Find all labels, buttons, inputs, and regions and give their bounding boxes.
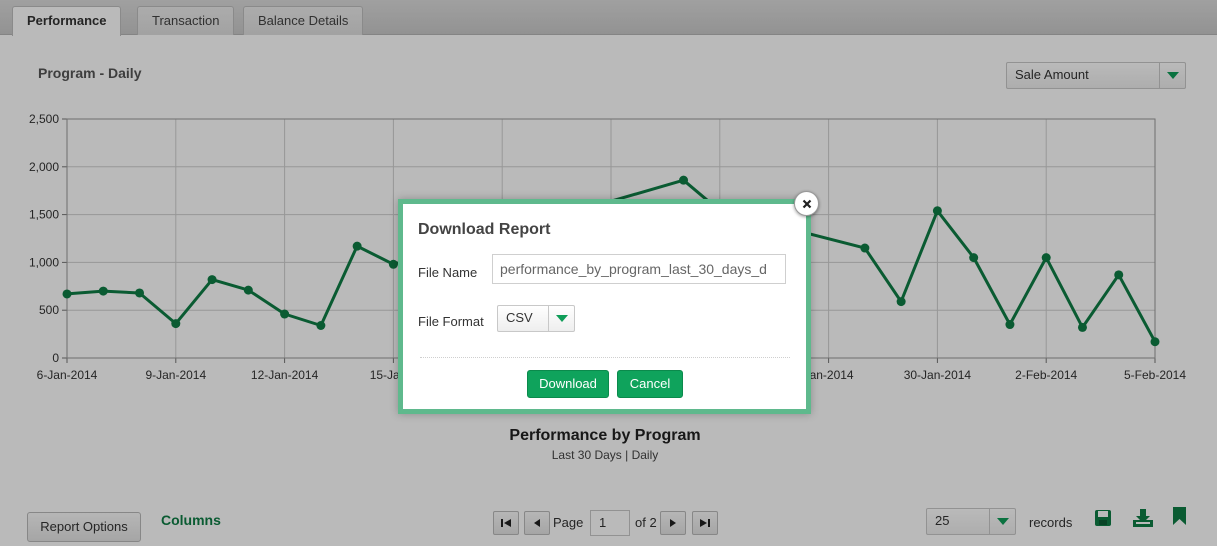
file-name-input[interactable]: performance_by_program_last_30_days_d <box>492 254 786 284</box>
file-name-label: File Name <box>418 265 478 280</box>
download-button[interactable]: Download <box>527 370 609 398</box>
file-format-value: CSV <box>506 310 533 325</box>
chevron-down-icon <box>548 306 574 331</box>
dialog-divider <box>420 357 790 358</box>
close-icon[interactable] <box>794 191 819 216</box>
file-format-label: File Format <box>418 314 484 329</box>
dialog-title: Download Report <box>418 221 551 238</box>
download-report-dialog: Download Report File Name performance_by… <box>398 199 811 414</box>
file-format-select[interactable]: CSV <box>497 305 575 332</box>
cancel-button[interactable]: Cancel <box>617 370 683 398</box>
